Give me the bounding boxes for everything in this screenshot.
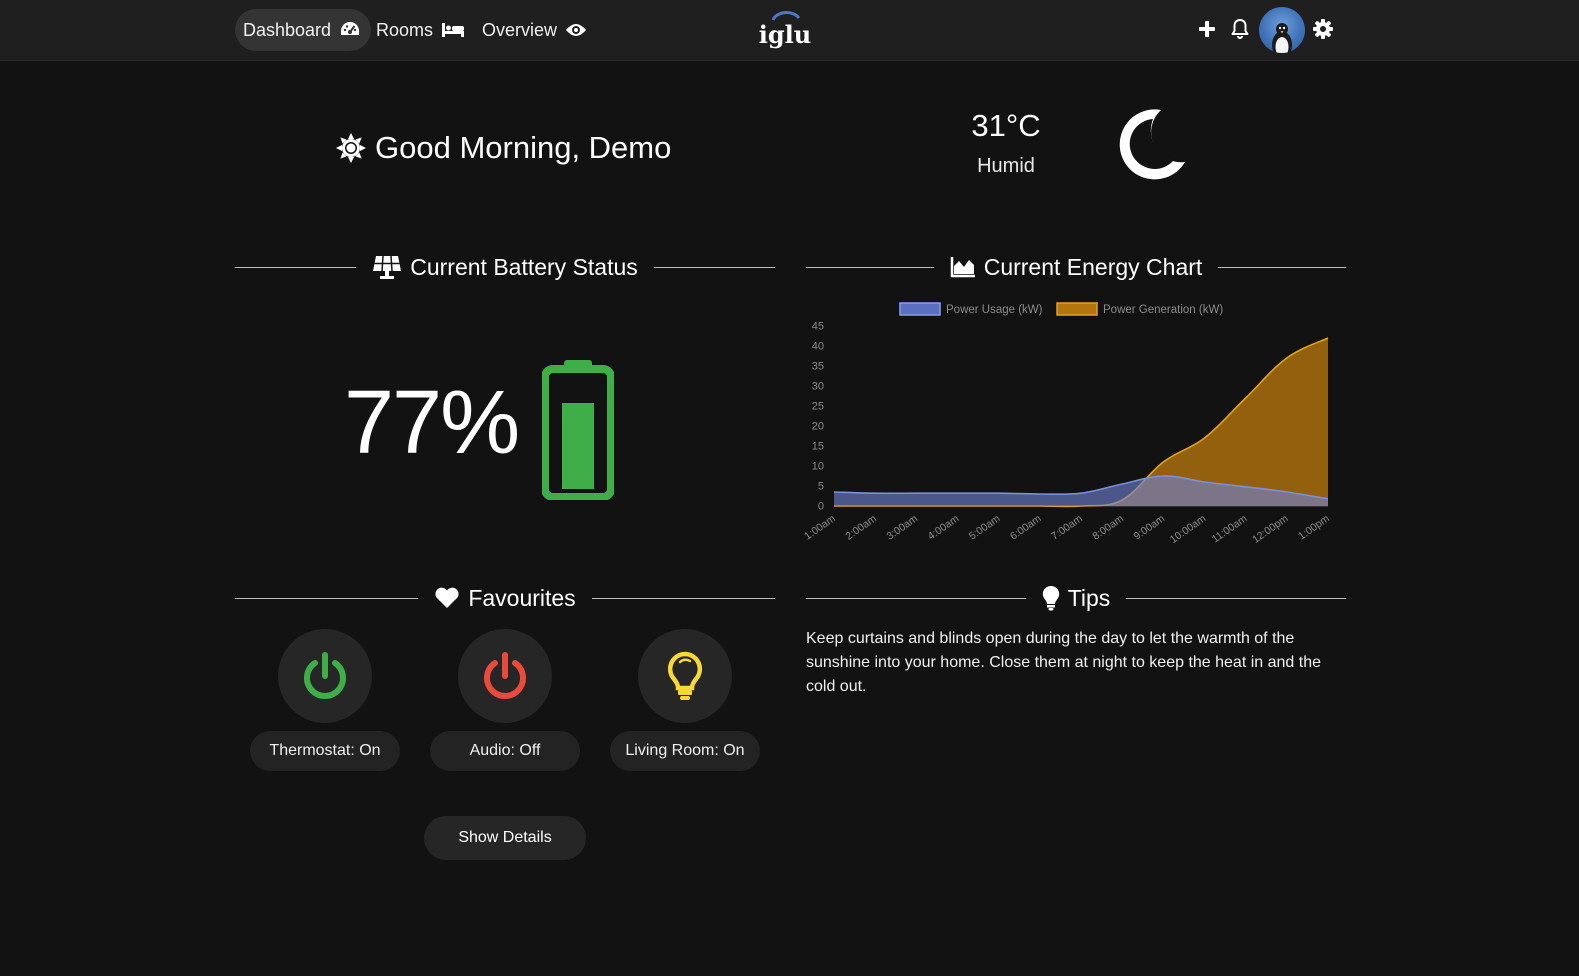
chart-y-tick-label: 30 (812, 381, 824, 393)
favourite-thermostat-toggle[interactable] (278, 629, 372, 723)
plus-icon[interactable] (1195, 17, 1219, 41)
favourite-audio-label[interactable]: Audio: Off (430, 731, 580, 771)
nav-dashboard[interactable]: Dashboard (235, 9, 372, 51)
lightbulb-icon (1042, 585, 1059, 611)
chart-x-tick-label: 8:00am (1090, 512, 1126, 542)
nav-rooms-label: Rooms (376, 19, 434, 40)
energy-section-title: Current Energy Chart (934, 254, 1219, 281)
lightbulb-icon (668, 651, 702, 700)
tachometer-icon (341, 22, 360, 35)
favourites-section-title: Favourites (418, 585, 591, 612)
chart-x-tick-label: 10:00am (1168, 512, 1209, 545)
greeting-text: Good Morning, Demo (375, 130, 672, 165)
chart-x-tick-label: 7:00am (1049, 512, 1085, 542)
tips-section-label: Tips (1067, 584, 1111, 611)
penguin-avatar-icon (1272, 23, 1292, 53)
gear-icon[interactable] (1311, 17, 1335, 41)
divider (653, 266, 776, 268)
divider (235, 597, 419, 599)
divider (235, 266, 357, 268)
favourite-living-room-label[interactable]: Living Room: On (610, 731, 760, 771)
nav-rooms[interactable]: Rooms (376, 9, 465, 51)
chart-x-tick-label: 9:00am (1131, 512, 1167, 542)
favourite-audio-toggle[interactable] (458, 629, 552, 723)
chart-y-tick-label: 25 (812, 401, 824, 413)
tip-text: Keep curtains and blinds open during the… (806, 630, 1321, 695)
weather-condition: Humid (977, 155, 1035, 177)
top-nav-bar: Dashboard Rooms Overview iglu (0, 0, 1579, 61)
energy-section-label: Current Energy Chart (983, 253, 1203, 280)
favourite-living-room-toggle[interactable] (638, 629, 732, 723)
chart-x-tick-label: 5:00am (967, 512, 1003, 542)
chart-x-tick-label: 11:00am (1210, 512, 1250, 545)
bell-icon[interactable] (1228, 17, 1252, 41)
logo-text: iglu (759, 20, 811, 49)
energy-section-header: Current Energy Chart (806, 250, 1346, 284)
chart-x-tick-label: 2:00am (843, 512, 879, 542)
greeting: Good Morning, Demo (335, 126, 671, 170)
chart-series-area-1 (834, 338, 1328, 507)
heart-icon (435, 587, 459, 608)
divider (1218, 266, 1346, 268)
chart-y-tick-label: 20 (812, 421, 824, 433)
bed-icon (442, 23, 465, 37)
battery-icon (542, 360, 614, 500)
nav-dashboard-label: Dashboard (243, 19, 332, 40)
divider (806, 597, 1026, 599)
favourites-section-header: Favourites (235, 581, 775, 615)
battery-section-title: Current Battery Status (356, 254, 654, 281)
area-chart-icon (950, 257, 975, 278)
battery-section-header: Current Battery Status (235, 250, 776, 284)
chart-y-tick-label: 35 (812, 361, 824, 373)
divider (591, 597, 775, 599)
chart-x-tick-label: 4:00am (926, 512, 962, 542)
chart-x-tick-label: 1:00am (802, 512, 838, 542)
chart-legend-label: Power Usage (kW) (946, 304, 1043, 316)
favourite-thermostat-label[interactable]: Thermostat: On (250, 731, 400, 771)
show-details-button[interactable]: Show Details (424, 816, 586, 860)
nav-overview[interactable]: Overview (482, 9, 587, 51)
nav-overview-label: Overview (482, 19, 558, 40)
chart-x-tick-label: 6:00am (1008, 512, 1044, 542)
chart-x-tick-label: 3:00am (884, 512, 920, 542)
chart-y-tick-label: 10 (812, 461, 824, 473)
divider (806, 266, 934, 268)
energy-chart: 0 5 10 15 20 25 30 35 40 45 1:00am 2:00am 3:00am 4:00… (802, 302, 1332, 546)
sun-icon (336, 133, 366, 163)
chart-legend-label: Power Generation (kW) (1103, 304, 1223, 316)
solar-panel-icon (373, 255, 402, 279)
iglu-logo[interactable]: iglu (759, 10, 811, 50)
weather-temperature: 31°C (971, 108, 1041, 143)
chart-legend-swatch (1056, 302, 1098, 316)
power-icon (484, 652, 526, 699)
tips-section-title: Tips (1026, 585, 1127, 612)
power-icon (304, 652, 346, 699)
chart-x-tick-label: 12:00pm (1250, 512, 1291, 545)
chart-y-tick-label: 0 (818, 501, 824, 513)
divider (1126, 597, 1347, 599)
avatar[interactable] (1259, 7, 1305, 53)
tips-section-header: Tips (806, 581, 1347, 615)
favourites-section-label: Favourites (468, 584, 576, 611)
chart-y-tick-label: 5 (818, 481, 824, 493)
eye-icon (566, 24, 587, 36)
battery-level-fill (562, 403, 594, 489)
chart-legend-swatch (899, 302, 941, 316)
chart-x-tick-label: 1:00pm (1296, 512, 1332, 542)
battery-percentage: 77% (344, 373, 520, 473)
chart-y-tick-label: 45 (812, 321, 824, 333)
chart-y-tick-label: 15 (812, 441, 824, 453)
chart-y-tick-label: 40 (812, 341, 824, 353)
moon-icon (1119, 109, 1185, 180)
battery-section-label: Current Battery Status (410, 253, 638, 280)
